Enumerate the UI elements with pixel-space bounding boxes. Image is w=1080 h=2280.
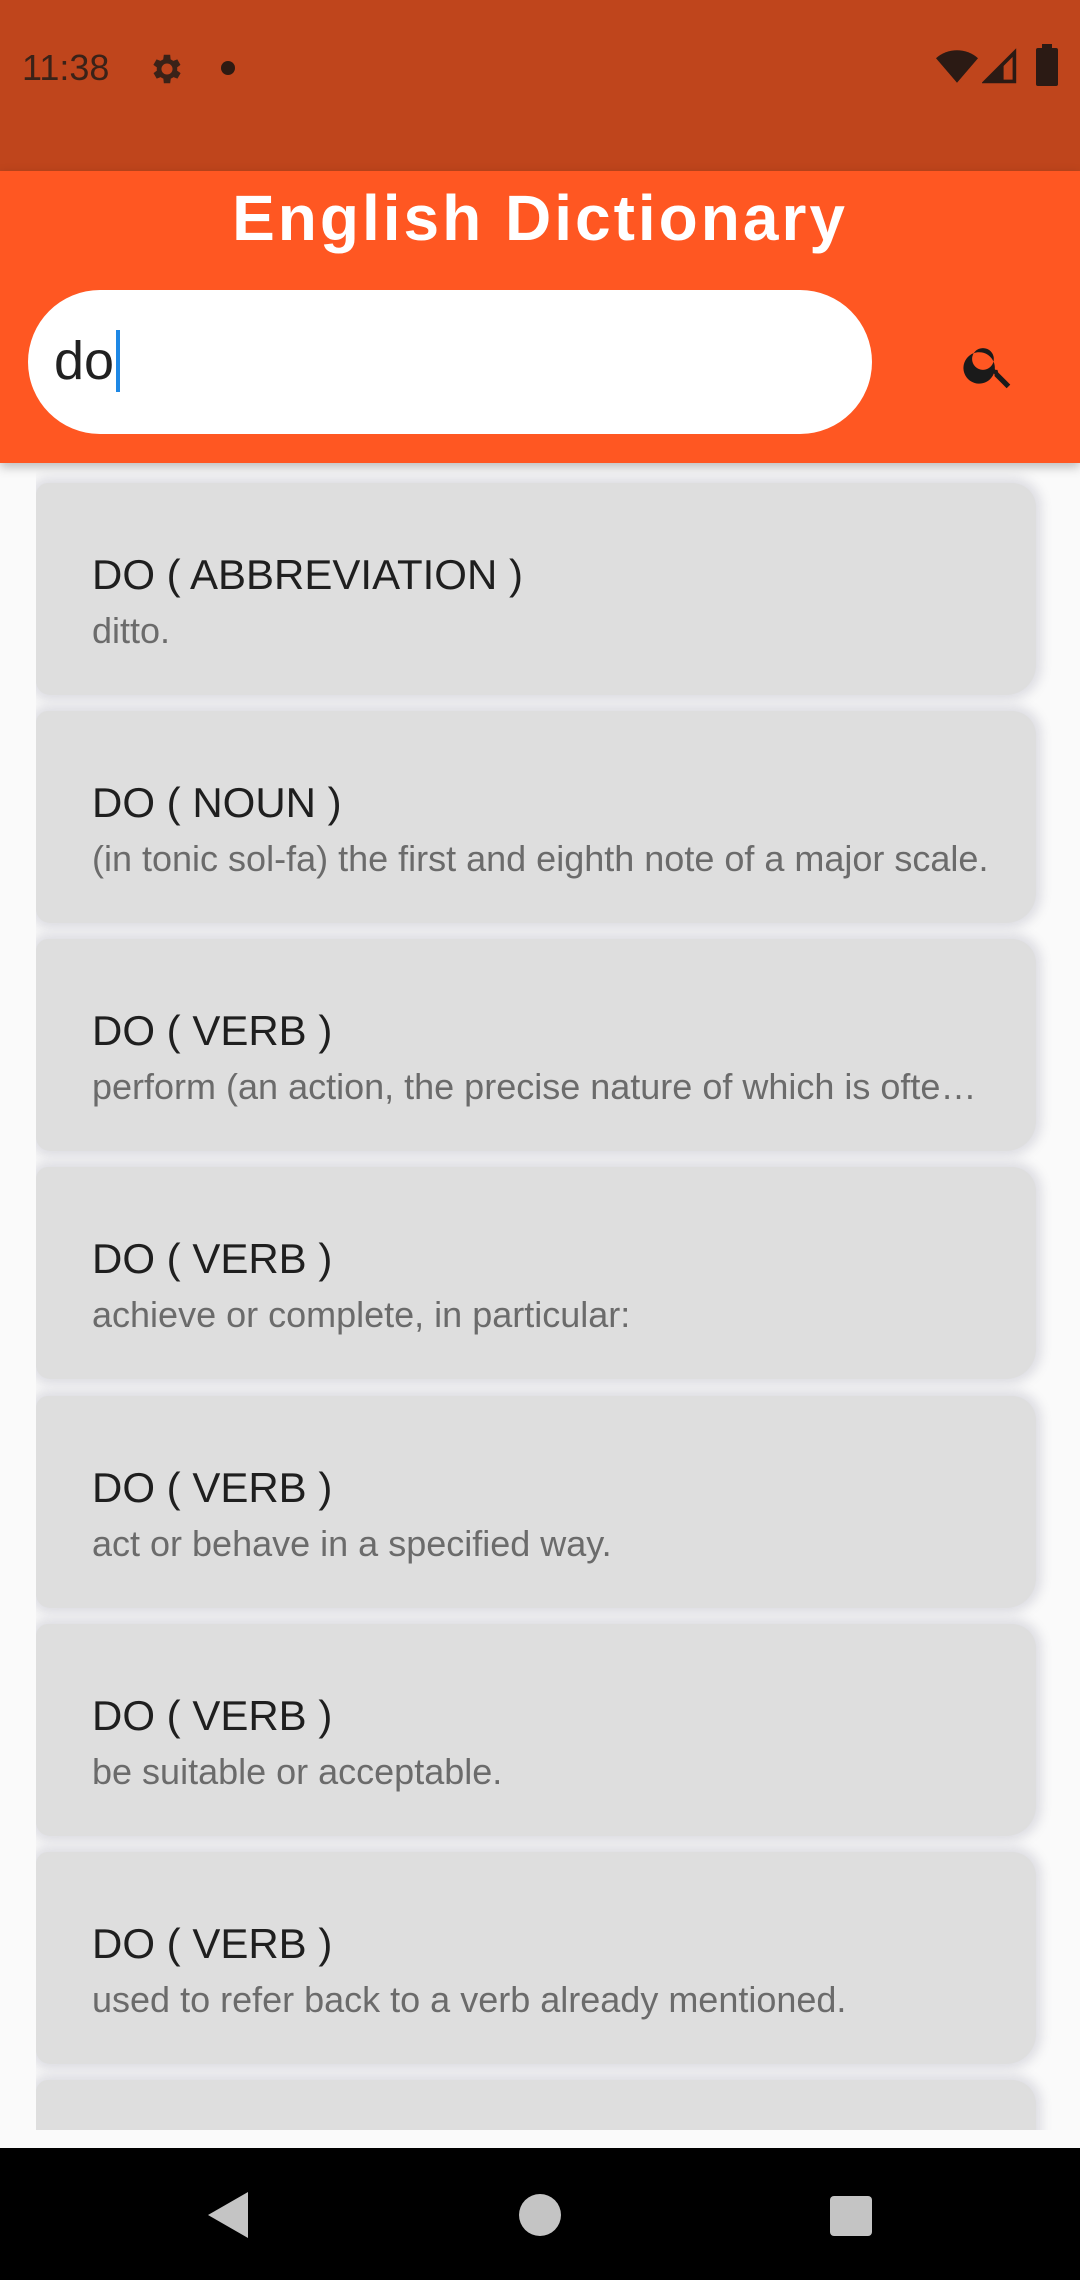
navigation-bar <box>0 2148 1080 2280</box>
entry-definition: perform (an action, the precise nature o… <box>92 1066 992 1107</box>
battery-icon <box>1036 44 1058 86</box>
results-list[interactable]: DO ( ABBREVIATION ) ditto. DO ( NOUN ) (… <box>36 463 1080 2130</box>
search-input-value: do <box>54 331 115 391</box>
app-header: English Dictionary do <box>0 171 1080 463</box>
notification-dot-icon <box>221 61 235 75</box>
search-input[interactable]: do <box>28 290 872 434</box>
entry-title: DO ( VERB ) <box>92 1235 333 1282</box>
entry-title: DO ( VERB ) <box>92 1920 333 1967</box>
list-item[interactable]: DO ( VERB ) be suitable or acceptable. <box>36 1624 1036 1836</box>
entry-title: DO ( NOUN ) <box>92 779 342 826</box>
back-icon[interactable] <box>204 2190 250 2240</box>
search-button[interactable] <box>950 326 1028 404</box>
entry-title: DO ( VERB ) <box>92 1007 333 1054</box>
entry-title: DO ( VERB ) <box>92 1692 333 1739</box>
list-item[interactable]: DO ( VERB ) perform (an action, the prec… <box>36 939 1036 1151</box>
app-title: English Dictionary <box>232 182 848 254</box>
status-time: 11:38 <box>22 47 110 88</box>
status-bar: 11:38 <box>0 0 1080 171</box>
entry-definition: (in tonic sol-fa) the first and eighth n… <box>92 838 989 879</box>
entry-definition: be suitable or acceptable. <box>92 1751 503 1792</box>
list-item[interactable]: DO ( ABBREVIATION ) ditto. <box>36 483 1036 695</box>
entry-definition: achieve or complete, in particular: <box>92 1294 631 1335</box>
gear-icon <box>153 54 181 84</box>
search-icon <box>963 348 1011 389</box>
entry-title: DO ( VERB ) <box>92 1464 333 1511</box>
list-item[interactable]: DO ( NOUN ) (in tonic sol-fa) the first … <box>36 711 1036 923</box>
entry-title: DO ( ABBREVIATION ) <box>92 551 523 598</box>
list-item[interactable]: DO ( VERB ) achieve or complete, in part… <box>36 1167 1036 1379</box>
entry-definition: used to refer back to a verb already men… <box>92 1979 847 2020</box>
home-icon[interactable] <box>519 2194 561 2236</box>
cell-signal-icon <box>982 48 1017 84</box>
wifi-icon <box>936 50 978 83</box>
list-item[interactable]: DO ( VERB ) used to refer back to a verb… <box>36 1852 1036 2064</box>
entry-definition: ditto. <box>92 610 171 651</box>
text-cursor <box>116 330 121 392</box>
list-item[interactable] <box>36 2080 1036 2130</box>
list-item[interactable]: DO ( VERB ) act or behave in a specified… <box>36 1396 1036 1608</box>
recents-icon[interactable] <box>830 2196 872 2236</box>
entry-definition: act or behave in a specified way. <box>92 1523 612 1564</box>
